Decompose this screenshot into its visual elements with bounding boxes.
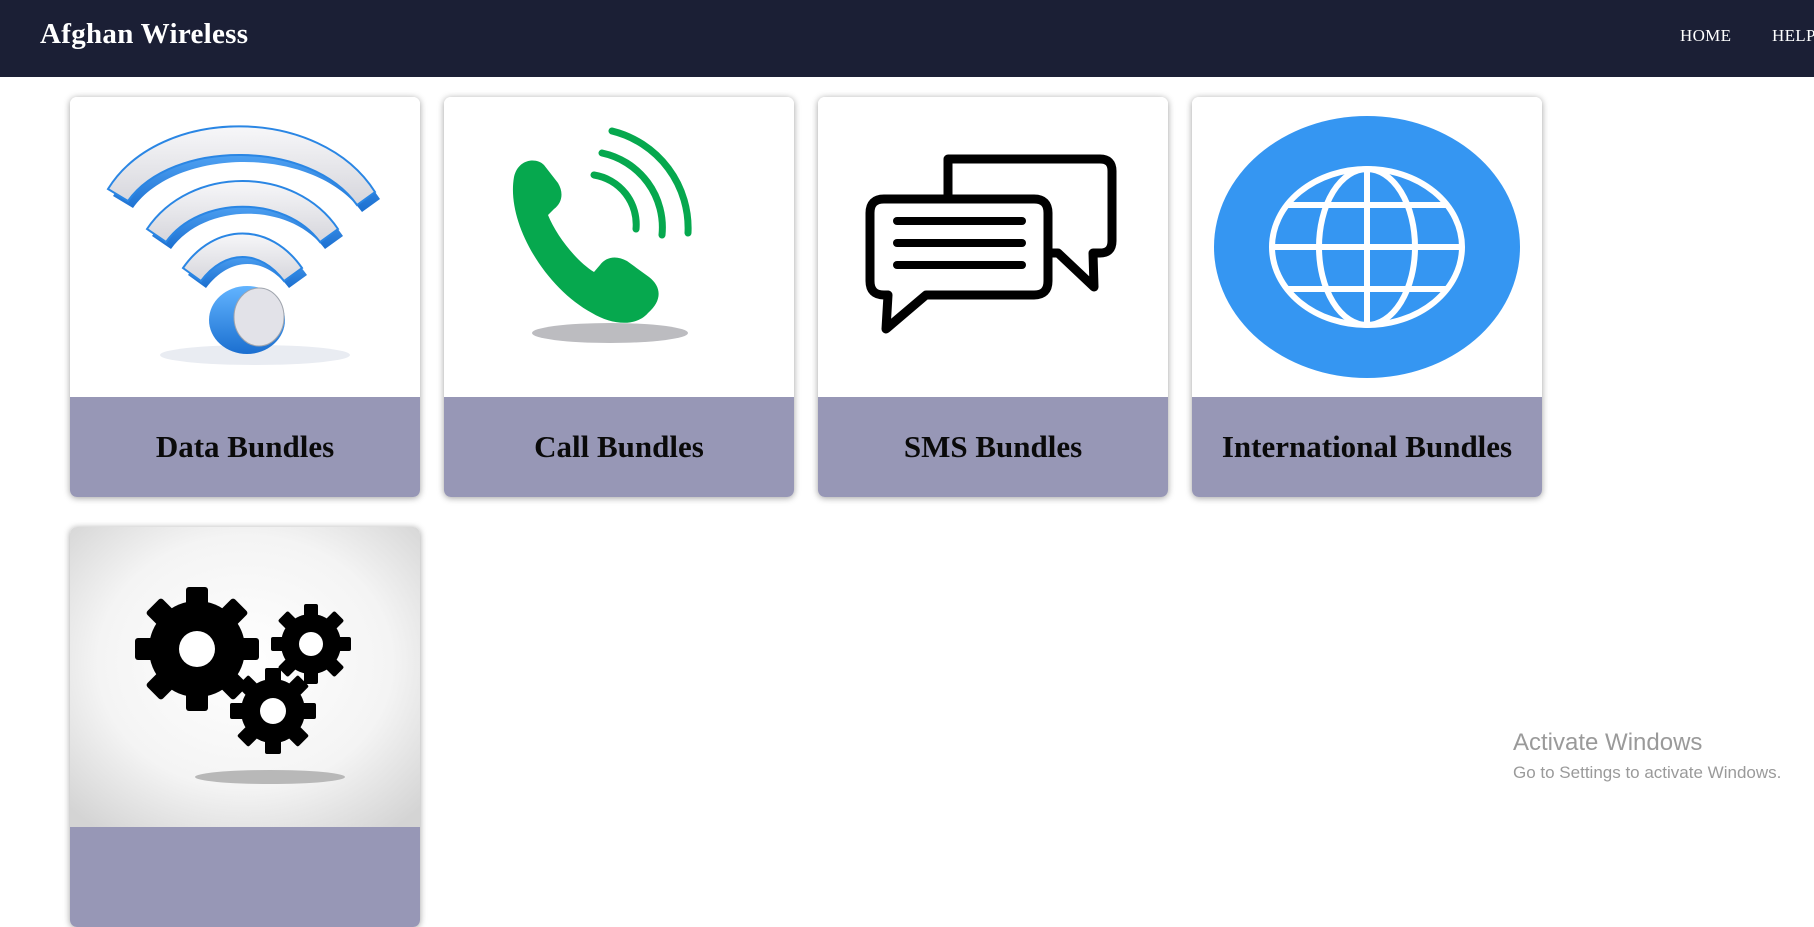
card-label-bar: [70, 827, 420, 927]
card-label-bar: SMS Bundles: [818, 397, 1168, 497]
card-sms-bundles[interactable]: SMS Bundles: [818, 97, 1168, 497]
card-image: [70, 527, 420, 827]
nav-link-home[interactable]: HOME: [1680, 26, 1731, 46]
chat-bubbles-icon: [818, 97, 1168, 397]
card-title: Call Bundles: [534, 429, 704, 464]
card-title: International Bundles: [1221, 429, 1513, 464]
card-call-bundles[interactable]: Call Bundles: [444, 97, 794, 497]
nav-link-help[interactable]: HELP: [1772, 26, 1814, 46]
activate-windows-title: Activate Windows: [1513, 729, 1703, 756]
brand-logo-text[interactable]: Afghan Wireless: [40, 18, 248, 51]
card-label-bar: International Bundles: [1192, 397, 1542, 497]
card-label-bar: Call Bundles: [444, 397, 794, 497]
card-image: [1192, 97, 1542, 397]
card-image: [818, 97, 1168, 397]
card-title: SMS Bundles: [903, 429, 1083, 464]
gears-icon: [70, 527, 420, 827]
card-image: [444, 97, 794, 397]
globe-icon: [1192, 97, 1542, 397]
card-data-bundles[interactable]: Data Bundles: [70, 97, 420, 497]
card-settings[interactable]: [70, 527, 420, 927]
phone-icon: [444, 97, 794, 397]
card-international-bundles[interactable]: International Bundles: [1192, 97, 1542, 497]
top-navbar: Afghan Wireless HOME HELP: [0, 0, 1814, 77]
card-title: Data Bundles: [155, 429, 335, 464]
wifi-icon: [70, 97, 420, 397]
activate-windows-subtitle: Go to Settings to activate Windows.: [1513, 763, 1782, 782]
card-image: [70, 97, 420, 397]
card-label-bar: Data Bundles: [70, 397, 420, 497]
